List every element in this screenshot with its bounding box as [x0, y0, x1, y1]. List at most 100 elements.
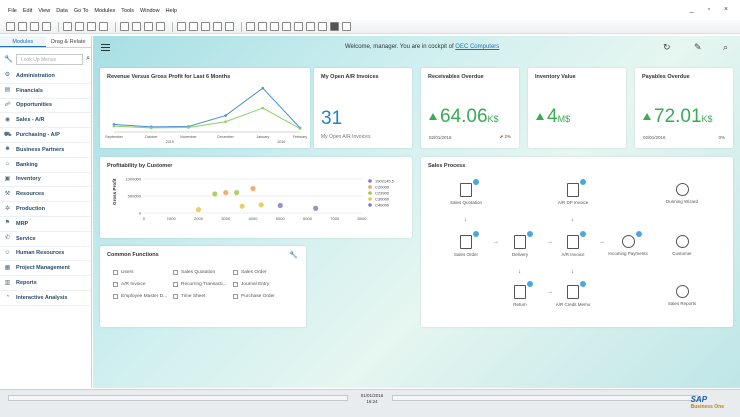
- function-sales-quotation[interactable]: Sales Quotation: [173, 270, 215, 275]
- module-purchasing-ap[interactable]: ⛟ Purchasing - A/P: [0, 128, 91, 143]
- company-link[interactable]: OEC Computers: [455, 44, 499, 50]
- wrench-icon[interactable]: 🔧: [4, 55, 16, 63]
- first-record-icon[interactable]: [120, 22, 129, 31]
- module-resources[interactable]: ⚒ Resources: [0, 187, 91, 203]
- previous-record-icon[interactable]: [132, 22, 141, 31]
- sap-brand: SAP: [690, 395, 708, 404]
- properties-icon[interactable]: [318, 22, 327, 31]
- menu-tools[interactable]: Tools: [121, 8, 134, 14]
- tab-modules[interactable]: Modules: [0, 36, 46, 47]
- function-time-sheet[interactable]: Time Sheet: [173, 294, 205, 299]
- receivables-card[interactable]: Receivables Overdue 64.06K$ 02/01/2016 ⬈…: [421, 68, 519, 148]
- tab-drag-relate[interactable]: Drag & Relate: [46, 36, 92, 47]
- open-ar-card[interactable]: My Open A/R Invoices 31 My Open A/R Invo…: [314, 68, 412, 148]
- node-sales-order[interactable]: Sales Order: [445, 231, 487, 257]
- form-settings-icon[interactable]: [282, 22, 291, 31]
- inventory-card[interactable]: Inventory Value 4M$: [528, 68, 626, 148]
- menu-search-input[interactable]: Look Up Menus: [16, 53, 84, 65]
- print-preview-icon[interactable]: [18, 22, 27, 31]
- node-sales-quotation[interactable]: Sales Quotation: [445, 179, 487, 205]
- module-service[interactable]: ✆ Service: [0, 232, 91, 247]
- module-reports[interactable]: ▥ Reports: [0, 276, 91, 291]
- node-dunning-wizard[interactable]: Dunning Wizard: [661, 183, 703, 204]
- module-inventory[interactable]: ▣ Inventory: [0, 173, 91, 188]
- wrench-icon[interactable]: 🔧: [289, 251, 298, 259]
- function-employee-master-data[interactable]: Employee Master D...: [113, 294, 167, 299]
- receivables-number: 64.06: [440, 106, 488, 127]
- function-users[interactable]: Users: [113, 270, 134, 275]
- module-label: Banking: [16, 161, 38, 168]
- refresh-icon[interactable]: [177, 22, 186, 31]
- module-mrp[interactable]: ⚑ MRP: [0, 217, 91, 232]
- node-delivery[interactable]: Delivery: [499, 231, 541, 257]
- function-journal-entry[interactable]: Journal Entry: [233, 282, 269, 287]
- hamburger-menu-icon[interactable]: [101, 44, 110, 51]
- search-icon[interactable]: ⌕: [86, 55, 90, 63]
- browser-icon[interactable]: [63, 22, 72, 31]
- module-opportunities[interactable]: ☍ Opportunities: [0, 99, 91, 114]
- edit-pencil-icon[interactable]: ✎: [694, 42, 702, 53]
- find-icon[interactable]: [87, 22, 96, 31]
- base-document-icon[interactable]: [213, 22, 222, 31]
- menu-edit[interactable]: Edit: [23, 8, 32, 14]
- layout-icon[interactable]: [306, 22, 315, 31]
- next-record-icon[interactable]: [144, 22, 153, 31]
- node-customer[interactable]: Customer: [661, 235, 703, 256]
- filter-icon[interactable]: [189, 22, 198, 31]
- menu-view[interactable]: View: [38, 8, 50, 14]
- card-title: My Open A/R Invoices: [321, 74, 379, 80]
- module-administration[interactable]: ⚙ Administration: [0, 69, 91, 84]
- search-icon[interactable]: ⌕: [723, 42, 728, 53]
- dashboard-icon[interactable]: [330, 22, 339, 31]
- email-icon[interactable]: [30, 22, 39, 31]
- module-sales-ar[interactable]: ◉ Sales - A/R: [0, 113, 91, 129]
- lock-icon[interactable]: [75, 22, 84, 31]
- module-banking[interactable]: ⌂ Banking: [0, 158, 91, 173]
- function-ar-invoice[interactable]: A/R Invoice: [113, 282, 146, 287]
- module-production[interactable]: ✲ Production: [0, 202, 91, 217]
- add-icon[interactable]: [99, 22, 108, 31]
- x-tick-label: 7000: [330, 216, 340, 221]
- help-icon[interactable]: [342, 22, 351, 31]
- window-controls[interactable]: _ ▫ ×: [690, 6, 734, 13]
- node-ar-dp-invoice[interactable]: A/R DP Invoice: [552, 179, 594, 205]
- refresh-icon[interactable]: ↻: [663, 42, 671, 53]
- sort-icon[interactable]: [201, 22, 210, 31]
- menu-modules[interactable]: Modules: [94, 8, 115, 14]
- export-icon[interactable]: [42, 22, 51, 31]
- module-label: Purchasing - A/P: [16, 132, 60, 139]
- menu-help[interactable]: Help: [166, 8, 177, 14]
- module-interactive-analysis[interactable]: ◔ Interactive Analysis: [0, 291, 91, 306]
- document-icon: [173, 270, 178, 275]
- calculator-icon[interactable]: [258, 22, 267, 31]
- module-human-resources[interactable]: ☺ Human Resources: [0, 247, 91, 262]
- module-financials[interactable]: ▤ Financials: [0, 84, 91, 99]
- print-icon[interactable]: [6, 22, 15, 31]
- report-icon[interactable]: [294, 22, 303, 31]
- node-sales-reports[interactable]: Sales Reports: [661, 285, 703, 306]
- last-record-icon[interactable]: [156, 22, 165, 31]
- arrow-down-icon: ↓: [518, 269, 521, 275]
- menu-data[interactable]: Data: [56, 8, 68, 14]
- node-incoming-payments[interactable]: Incoming Payments: [607, 231, 649, 256]
- node-return[interactable]: Return: [499, 281, 541, 307]
- menu-window[interactable]: Window: [140, 8, 160, 14]
- node-label: Sales Reports: [667, 301, 697, 306]
- menu-goto[interactable]: Go To: [74, 8, 89, 14]
- function-sales-order[interactable]: Sales Order: [233, 270, 267, 275]
- menu-file[interactable]: File: [8, 8, 17, 14]
- calendar-icon[interactable]: [246, 22, 255, 31]
- target-document-icon[interactable]: [225, 22, 234, 31]
- toolbar-divider: [58, 21, 59, 32]
- function-purchase-order[interactable]: Purchase Order: [233, 294, 275, 299]
- function-recurring-transactions[interactable]: Recurring Transacti...: [173, 282, 227, 287]
- module-label: Business Partners: [16, 146, 65, 153]
- module-project-management[interactable]: ▦ Project Management: [0, 261, 91, 277]
- node-ar-invoice[interactable]: A/R Invoice: [552, 231, 594, 257]
- messages-icon[interactable]: [270, 22, 279, 31]
- function-label: Sales Order: [241, 270, 267, 275]
- payables-card[interactable]: Payables Overdue 72.01K$ 02/01/2016 0%: [635, 68, 733, 148]
- node-ar-credit-memo[interactable]: A/R Credit Memo: [552, 281, 594, 307]
- module-business-partners[interactable]: ☻ Business Partners: [0, 143, 91, 158]
- users-icon: [113, 270, 118, 275]
